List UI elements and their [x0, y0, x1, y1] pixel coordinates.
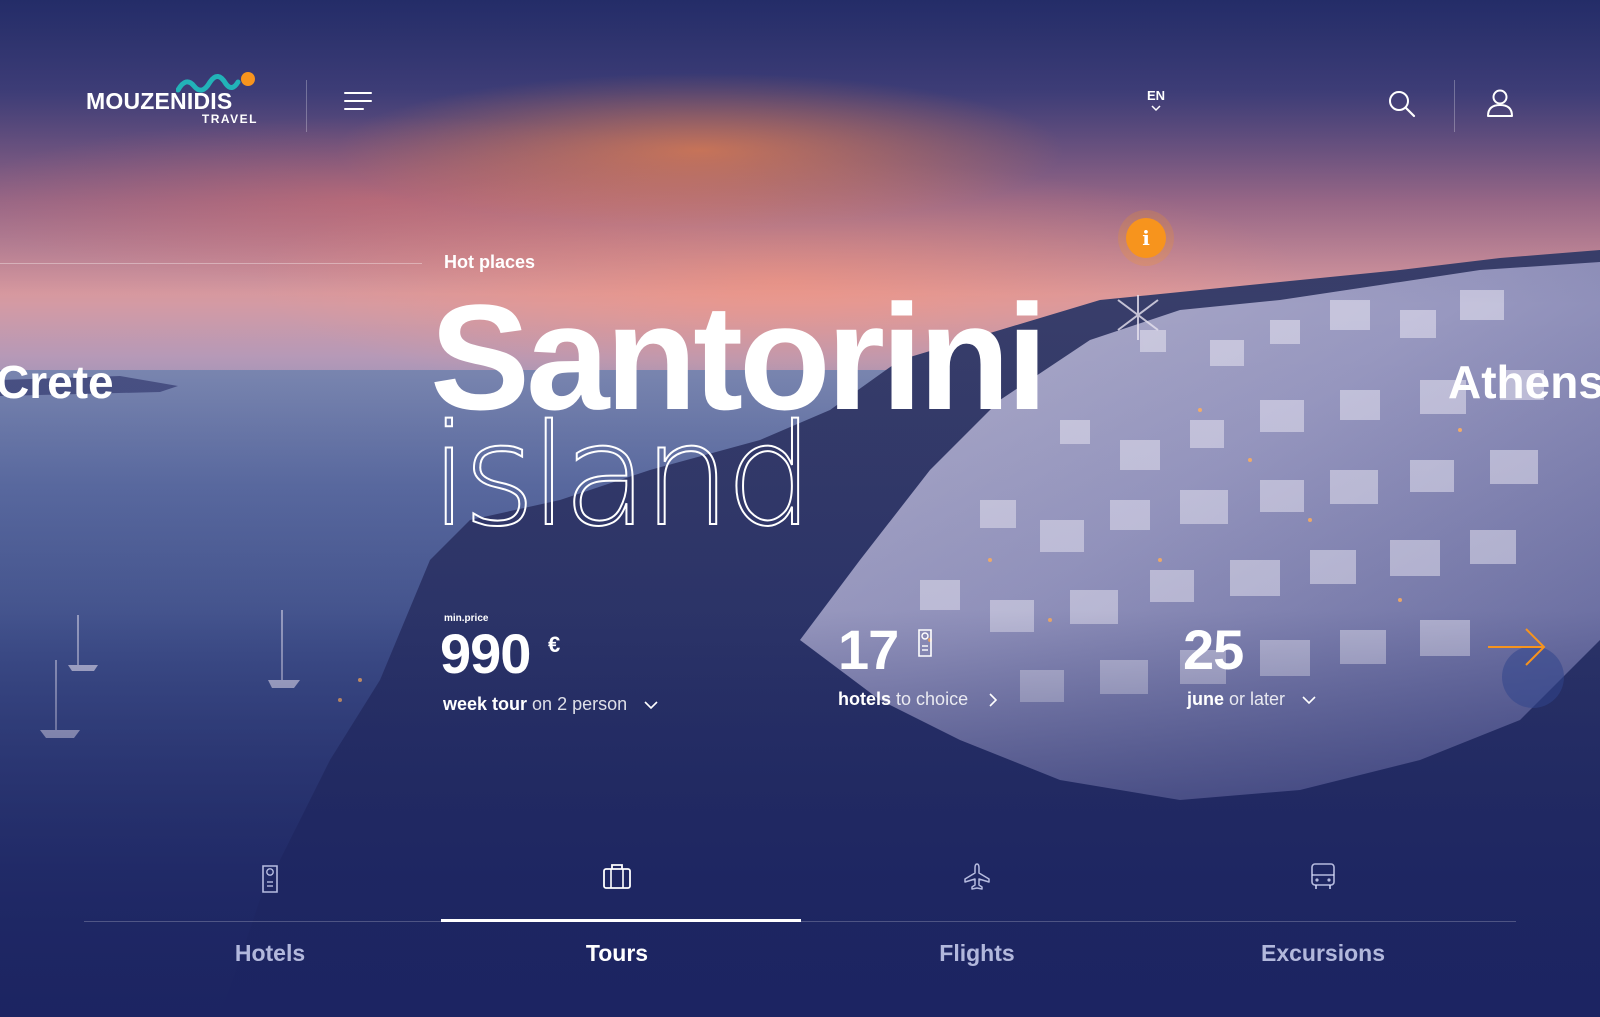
caption-light: or later [1229, 689, 1286, 709]
caption-light: on 2 person [532, 694, 628, 714]
menu-line-icon [344, 92, 372, 94]
tab-excursions[interactable]: Excursions [1198, 862, 1448, 972]
header-divider [306, 80, 307, 132]
caption-bold: week tour [443, 694, 528, 714]
airplane-icon [964, 863, 990, 890]
info-button[interactable]: i [1126, 218, 1166, 258]
brand-logo[interactable]: MOUZENIDIS TRAVEL [86, 70, 266, 126]
chevron-down-icon [1302, 696, 1316, 704]
hotel-tag-icon [262, 865, 278, 893]
tab-label: Tours [585, 940, 649, 966]
bus-icon [1311, 863, 1335, 889]
search-icon[interactable] [1388, 90, 1416, 118]
tab-label: Flights [939, 940, 1015, 966]
chevron-down-icon [1151, 105, 1161, 112]
date-day: 25 [1183, 618, 1244, 681]
tab-label: Hotels [234, 940, 306, 966]
chevron-right-icon [989, 693, 998, 707]
menu-line-icon [344, 108, 364, 110]
tour-duration-dropdown[interactable]: week tour on 2 person [443, 694, 658, 715]
arrow-right-icon[interactable] [1486, 626, 1548, 668]
hotel-tag-icon [918, 629, 932, 657]
user-account-icon[interactable] [1486, 88, 1514, 118]
tab-flights[interactable]: Flights [852, 862, 1102, 972]
tab-label: Excursions [1261, 940, 1385, 966]
price-currency: € [548, 632, 561, 657]
next-destination[interactable]: Athens [1448, 355, 1600, 409]
brand-name: MOUZENIDIS [86, 88, 233, 114]
brand-subtitle: TRAVEL [201, 112, 258, 126]
menu-line-icon [344, 100, 372, 102]
caption-light: to choice [896, 689, 969, 709]
suitcase-icon [603, 864, 631, 889]
caption-bold: june [1187, 689, 1225, 709]
hamburger-menu-button[interactable] [344, 92, 372, 110]
price-value: 990 [440, 622, 531, 685]
language-code: EN [1146, 88, 1166, 103]
hotels-link[interactable]: hotels to choice [838, 689, 998, 710]
tab-tours[interactable]: Tours [492, 862, 742, 972]
hotels-count: 17 [838, 618, 899, 681]
date-dropdown[interactable]: june or later [1187, 689, 1316, 710]
hero-divider-line [0, 263, 422, 264]
caption-bold: hotels [838, 689, 892, 709]
destination-subtitle: island [429, 395, 815, 558]
language-selector[interactable]: EN [1141, 88, 1171, 112]
chevron-down-icon [644, 701, 658, 709]
hero-tag: Hot places [444, 252, 536, 272]
header-divider [1454, 80, 1455, 132]
prev-destination[interactable]: Crete [0, 355, 114, 409]
info-icon: i [1142, 226, 1150, 250]
tab-hotels[interactable]: Hotels [145, 862, 395, 972]
